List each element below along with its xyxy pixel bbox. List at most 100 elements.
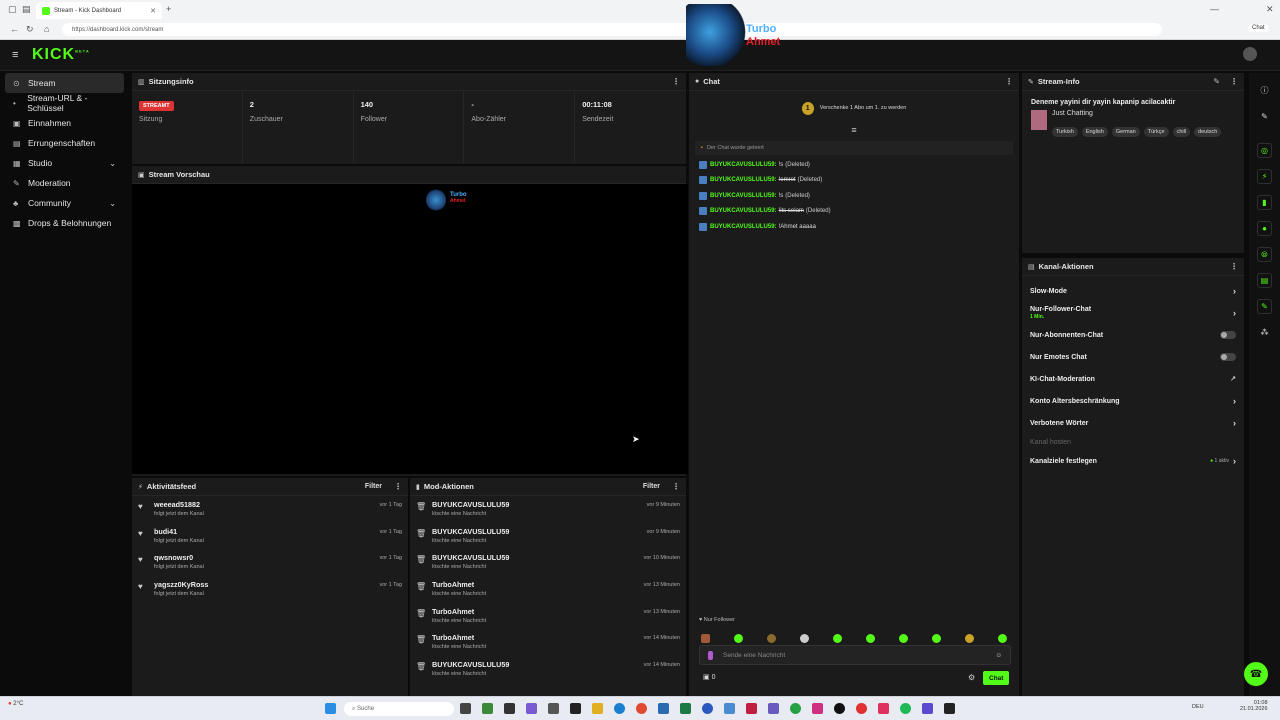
activity-filter-button[interactable]: Filter	[365, 483, 382, 490]
app-icon[interactable]	[658, 703, 669, 714]
emote-icon[interactable]	[866, 634, 875, 643]
user-avatar[interactable]	[1243, 47, 1257, 61]
wrench-icon[interactable]: ✎	[1257, 299, 1272, 314]
emote-chat-toggle[interactable]	[1220, 353, 1236, 361]
chat-message[interactable]: BUYUKCAVUSLULU59: !Ahmet aaaaa	[689, 219, 1019, 235]
emote-icon[interactable]	[932, 634, 941, 643]
tag[interactable]: deutsch	[1194, 127, 1222, 137]
browser-tab[interactable]: Stream - Kick Dashboard ✕	[36, 2, 162, 19]
more-options-icon[interactable]: ⋮	[1230, 77, 1238, 86]
share-icon[interactable]: ⁂	[1257, 325, 1272, 340]
language-indicator[interactable]: DEU	[1192, 704, 1204, 710]
close-tab-icon[interactable]: ✕	[150, 7, 156, 15]
sidebar-item-moderation[interactable]: ✎ Moderation	[5, 173, 124, 193]
emote-icon[interactable]	[767, 634, 776, 643]
more-options-icon[interactable]: ⋮	[1005, 77, 1013, 86]
start-icon[interactable]	[325, 703, 336, 714]
clock[interactable]: 01:08 21.01.2026	[1240, 700, 1268, 712]
emote-icon[interactable]	[998, 634, 1007, 643]
follower-chat-item[interactable]: Nur-Follower-Chat 1 Min. ›	[1022, 302, 1244, 324]
excel-icon[interactable]	[680, 703, 691, 714]
broadcast-icon[interactable]: ⦾	[1257, 247, 1272, 262]
bolt-icon[interactable]: ⚡	[1257, 169, 1272, 184]
app-icon[interactable]	[504, 703, 515, 714]
age-restriction-item[interactable]: Konto Altersbeschränkung ›	[1022, 390, 1244, 412]
emote-icon[interactable]	[734, 634, 743, 643]
channel-goals-item[interactable]: Kanalziele festlegen ● 1 aktiv ›	[1022, 450, 1244, 472]
tag[interactable]: English	[1081, 127, 1108, 137]
app-icon[interactable]	[482, 703, 493, 714]
teams-icon[interactable]	[768, 703, 779, 714]
sidebar-item-drops[interactable]: ▩ Drops & Belohnungen	[5, 213, 124, 233]
trash-icon[interactable]: ▮	[1257, 195, 1272, 210]
browser-menu-icon[interactable]: ▢	[8, 4, 17, 15]
edge-icon[interactable]	[614, 703, 625, 714]
banned-words-item[interactable]: Verbotene Wörter ›	[1022, 412, 1244, 434]
reload-icon[interactable]: ↻	[26, 24, 34, 35]
emote-icon[interactable]	[701, 634, 710, 643]
app-icon[interactable]	[702, 703, 713, 714]
chat-bubble-icon[interactable]: ●	[1257, 221, 1272, 236]
mic-icon[interactable]	[708, 650, 713, 660]
more-options-icon[interactable]: ⋮	[394, 482, 402, 491]
spotify-icon[interactable]	[900, 703, 911, 714]
list-icon[interactable]: ▤	[1257, 273, 1272, 288]
gift-sub-banner[interactable]: 1 Verschenke 1 Abo um 1. zu werden	[689, 91, 1019, 125]
back-icon[interactable]: ←	[10, 24, 19, 34]
slow-mode-item[interactable]: Slow-Mode ›	[1022, 280, 1244, 302]
tag[interactable]: chill	[1172, 127, 1191, 137]
emote-icon[interactable]	[800, 634, 809, 643]
sidebar-item-community[interactable]: ♣ Community ⌄	[5, 193, 124, 213]
chrome-icon[interactable]	[636, 703, 647, 714]
chat-message-input[interactable]: Sende eine Nachricht ☺	[699, 645, 1011, 665]
more-options-icon[interactable]: ⋮	[672, 77, 680, 86]
mod-filter-button[interactable]: Filter	[643, 483, 660, 490]
filter-icon[interactable]: ≡	[689, 125, 1019, 139]
camera-icon[interactable]: ◎	[1257, 143, 1272, 158]
chat-settings-icon[interactable]: ⚙	[968, 673, 975, 682]
tag[interactable]: Türkçe	[1143, 127, 1169, 137]
info-icon[interactable]: ⓘ	[1257, 83, 1272, 98]
address-bar[interactable]: https://dashboard.kick.com/stream	[62, 23, 1162, 36]
app-icon[interactable]	[856, 703, 867, 714]
sidebar-item-stream[interactable]: ⊙ Stream	[5, 73, 124, 93]
minimize-icon[interactable]: —	[1210, 4, 1219, 14]
chat-message[interactable]: BUYUKCAVUSLULU59: !s (Deleted)	[689, 157, 1019, 173]
sidebar-item-einnahmen[interactable]: ▣ Einnahmen	[5, 113, 124, 133]
tab-list-icon[interactable]: ▤	[22, 4, 31, 15]
pencil-icon[interactable]: ✎	[1257, 109, 1272, 124]
file-explorer-icon[interactable]	[592, 703, 603, 714]
app-icon[interactable]	[526, 703, 537, 714]
app-icon[interactable]	[834, 703, 845, 714]
weather-widget[interactable]: ● 2°C	[8, 701, 23, 707]
chat-message[interactable]: BUYUKCAVUSLULU59: !its selam (Deleted)	[689, 204, 1019, 220]
ai-moderation-item[interactable]: KI-Chat-Moderation ↗	[1022, 368, 1244, 390]
app-icon[interactable]	[724, 703, 735, 714]
edit-icon[interactable]: ✎	[1213, 77, 1220, 86]
taskbar-search[interactable]: ⌕ Suche	[344, 702, 454, 716]
tag[interactable]: German	[1111, 127, 1140, 137]
task-view-icon[interactable]	[460, 703, 471, 714]
chat-message[interactable]: BUYUKCAVUSLULU59: !s (Deleted)	[689, 188, 1019, 204]
help-chat-icon[interactable]: ☎	[1244, 662, 1268, 686]
subscriber-chat-toggle[interactable]	[1220, 331, 1236, 339]
emoji-icon[interactable]: ☺	[995, 652, 1002, 659]
send-chat-button[interactable]: Chat	[983, 671, 1010, 685]
home-icon[interactable]: ⌂	[44, 24, 49, 34]
app-icon[interactable]	[570, 703, 581, 714]
app-icon[interactable]	[944, 703, 955, 714]
instagram-icon[interactable]	[812, 703, 823, 714]
app-icon[interactable]	[548, 703, 559, 714]
sidebar-item-stream-url[interactable]: • Stream-URL & -Schlüssel	[5, 93, 124, 113]
more-options-icon[interactable]: ⋮	[672, 482, 680, 491]
app-icon[interactable]	[922, 703, 933, 714]
kick-logo[interactable]: KICKBETA	[32, 46, 90, 64]
emote-icon[interactable]	[965, 634, 974, 643]
music-icon[interactable]	[878, 703, 889, 714]
window-close-icon[interactable]: ✕	[1266, 4, 1274, 15]
app-icon[interactable]	[746, 703, 757, 714]
tag[interactable]: Turkish	[1052, 127, 1078, 137]
sidebar-item-studio[interactable]: ▦ Studio ⌄	[5, 153, 124, 173]
more-options-icon[interactable]: ⋮	[1230, 262, 1238, 271]
stream-preview-video[interactable]: Turbo Ahmet ➤	[132, 184, 688, 474]
